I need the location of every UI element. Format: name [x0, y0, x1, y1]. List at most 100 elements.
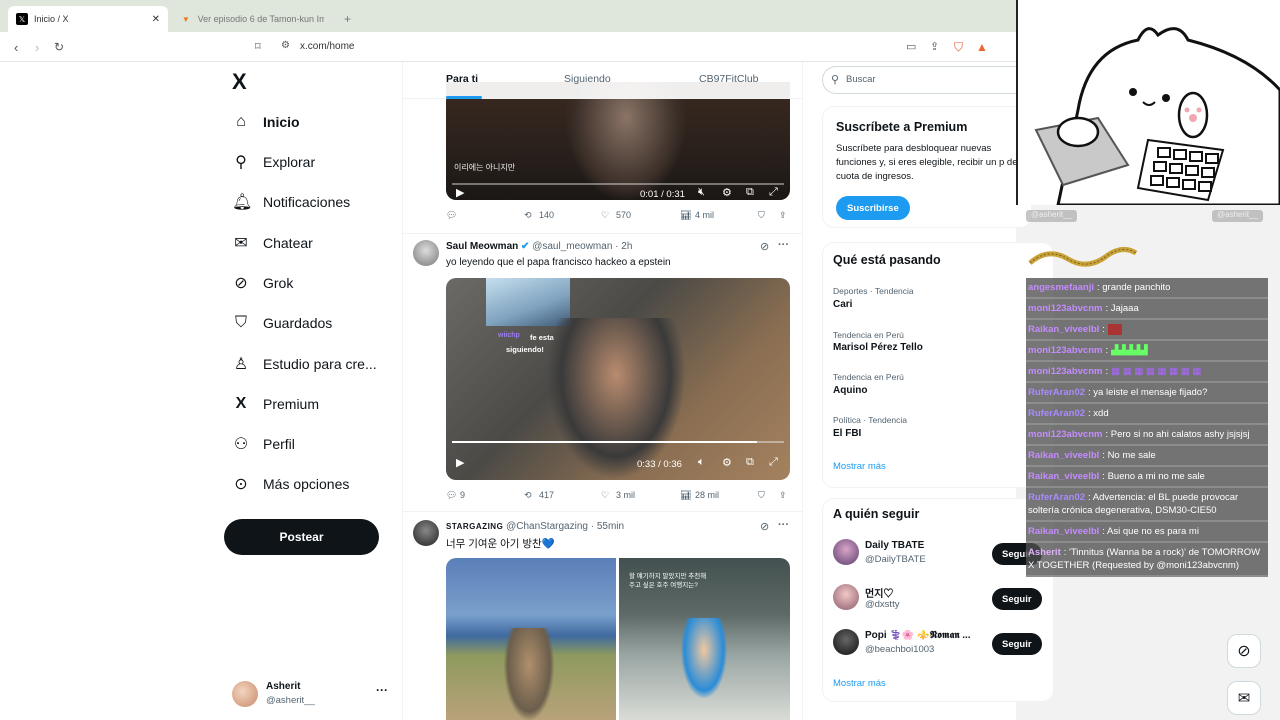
post-author[interactable]: STARGAZING @ChanStargazing · 55min — [446, 521, 624, 532]
post-author[interactable]: Saul Meowman ✔ @saul_meowman · 2h — [446, 241, 632, 252]
video-progress[interactable] — [452, 441, 784, 443]
avatar[interactable] — [413, 520, 439, 546]
fullscreen-icon[interactable]: ⤢ — [769, 456, 778, 469]
tab-inicio[interactable]: 𝕏 Inicio / X ✕ — [8, 6, 168, 32]
sidebar-item-mas-opciones[interactable]: ⊙ Más opciones — [232, 468, 349, 500]
video-player[interactable]: wiichp fe esta siguiendo! ▶ 0:33 / 0:36 … — [446, 278, 790, 480]
emote-icon: ▦ ▦ ▦ ▦ ▦ ▦ ▦ ▦ — [1111, 366, 1202, 377]
settings-icon[interactable]: ⚙ — [722, 456, 732, 469]
sidebar-item-explorar[interactable]: ⚲ Explorar — [232, 146, 315, 178]
sidebar-item-guardados[interactable]: ⛉ Guardados — [232, 307, 332, 339]
x-logo[interactable]: X — [232, 69, 247, 95]
sidebar-item-label: Guardados — [263, 315, 333, 331]
play-icon[interactable]: ▶ — [456, 456, 464, 469]
repost-icon[interactable]: ⟲ — [524, 490, 532, 501]
sidebar-item-notificaciones[interactable]: 🔔︎ Notificaciones — [232, 186, 350, 218]
studio-icon: ♙ — [233, 356, 249, 373]
views-icon[interactable]: 📊︎ — [680, 490, 691, 501]
reply-icon[interactable]: 💬︎ — [446, 210, 457, 221]
more-icon[interactable]: ··· — [376, 683, 388, 697]
sidebar-item-estudio[interactable]: ♙ Estudio para cre... — [232, 348, 377, 380]
like-icon[interactable]: ♡ — [601, 210, 609, 221]
follow-name[interactable]: Daily TBATE — [865, 540, 924, 551]
tab-para-ti[interactable]: Para ti — [446, 73, 478, 85]
sidebar-item-premium[interactable]: X Premium — [232, 388, 319, 420]
trend-item[interactable]: Aquino — [833, 385, 867, 396]
grok-icon[interactable]: ⊘ — [760, 240, 769, 253]
post-divider — [403, 511, 802, 512]
home-icon: ⌂ — [236, 113, 246, 130]
play-icon[interactable]: ▶ — [456, 186, 464, 199]
trend-item[interactable]: Cari — [833, 299, 852, 310]
author-handle: @ChanStargazing — [506, 521, 588, 532]
more-icon[interactable]: ··· — [778, 519, 789, 531]
tab-cb97fitclub[interactable]: CB97FitClub — [699, 73, 759, 85]
brave-shield-icon[interactable]: ⛉ — [954, 40, 963, 55]
mute-icon[interactable]: 🔇︎ — [698, 186, 705, 199]
stream-chat: angesmefaanji: grande panchito moni123ab… — [1026, 278, 1268, 577]
follow-button[interactable]: Seguir — [992, 633, 1042, 655]
follow-name[interactable]: Popi ⚕️🌸 ⚜️𝕹𝖔𝖒𝖆𝖓 ... — [865, 630, 983, 641]
reply-icon[interactable]: 💬︎ — [446, 490, 457, 501]
trend-meta: Deportes · Tendencia — [833, 286, 914, 296]
new-tab-button[interactable]: + — [336, 6, 359, 32]
sidebar-item-inicio[interactable]: ⌂ Inicio — [232, 106, 300, 138]
pip-icon[interactable]: ⧉ — [746, 186, 754, 199]
views-icon[interactable]: 📊︎ — [680, 210, 691, 221]
settings-icon[interactable]: ⚙ — [722, 186, 732, 199]
back-icon[interactable]: ‹ — [14, 40, 18, 55]
trend-item[interactable]: El FBI — [833, 428, 861, 439]
video-player[interactable]: 이리에는 아니지만 ▶ 0:01 / 0:31 🔇︎ ⚙ ⧉ ⤢ — [446, 82, 790, 200]
avatar[interactable] — [413, 240, 439, 266]
grok-icon[interactable]: ⊘ — [760, 520, 769, 533]
tab-siguiendo[interactable]: Siguiendo — [564, 73, 611, 85]
like-icon[interactable]: ♡ — [601, 490, 609, 501]
reload-icon[interactable]: ↻ — [54, 40, 64, 54]
dragon-icon — [1028, 247, 1138, 267]
avatar[interactable] — [833, 584, 859, 610]
tab-episodio[interactable]: ▼ Ver episodio 6 de Tamon-kun Ima Do — [172, 6, 332, 32]
url-field[interactable]: x.com/home — [300, 41, 354, 52]
share-icon[interactable]: ⇪ — [779, 210, 787, 221]
account-switcher[interactable]: Asherit @asherit__ ··· — [232, 679, 392, 711]
premium-body: Suscríbete para desbloquear nuevas funci… — [836, 143, 1018, 182]
repost-icon[interactable]: ⟲ — [524, 210, 532, 221]
bookmark-icon[interactable]: ⛉ — [758, 490, 765, 501]
site-settings-icon[interactable]: ⚙ — [281, 40, 290, 51]
share-icon[interactable]: ⇪ — [779, 490, 787, 501]
active-tab-indicator — [446, 96, 482, 99]
more-icon[interactable]: ··· — [778, 239, 789, 251]
post-image-right[interactable]: 할 얘기하지 말았지만 추천해 주고 싶은 호주 여행지는? — [619, 558, 790, 720]
grok-float-button[interactable]: ⊘ — [1227, 634, 1261, 668]
avatar[interactable] — [833, 629, 859, 655]
sidebar-item-perfil[interactable]: ⚇ Perfil — [232, 428, 295, 460]
show-more-link[interactable]: Mostrar más — [833, 461, 886, 472]
follow-button[interactable]: Seguir — [992, 588, 1042, 610]
subscribe-button[interactable]: Suscribirse — [836, 196, 910, 220]
avatar[interactable] — [833, 539, 859, 565]
bookmark-icon[interactable]: ⛉ — [758, 210, 765, 221]
post-image-left[interactable] — [446, 558, 616, 720]
cast-icon[interactable]: ▭ — [906, 40, 916, 53]
search-box[interactable]: ⚲ Buscar — [822, 66, 1016, 94]
post-button[interactable]: Postear — [224, 519, 379, 555]
video-progress[interactable] — [452, 183, 784, 185]
volume-icon[interactable]: 🔈︎ — [698, 456, 705, 469]
messages-float-button[interactable]: ✉ — [1227, 681, 1261, 715]
sidebar-item-grok[interactable]: ⊘ Grok — [232, 267, 293, 299]
trend-item[interactable]: Marisol Pérez Tello — [833, 342, 923, 353]
chat-text: : grande panchito — [1097, 282, 1171, 293]
close-tab-icon[interactable]: ✕ — [152, 14, 160, 25]
chat-message: RuferAran02: ya leiste el mensaje fijado… — [1026, 383, 1268, 404]
sidebar-item-chatear[interactable]: ✉ Chatear — [232, 227, 313, 259]
follow-name[interactable]: 먼지♡ — [865, 585, 893, 600]
chat-text: : No me sale — [1102, 450, 1156, 461]
brave-rewards-icon[interactable]: ▲ — [976, 40, 988, 54]
sidebar-item-label: Inicio — [263, 114, 300, 130]
show-more-link[interactable]: Mostrar más — [833, 678, 886, 689]
bookmark-page-icon[interactable]: ⌑ — [255, 40, 261, 53]
fullscreen-icon[interactable]: ⤢ — [769, 186, 778, 199]
share-icon[interactable]: ⇪ — [930, 40, 939, 53]
forward-icon[interactable]: › — [35, 40, 39, 55]
pip-icon[interactable]: ⧉ — [746, 456, 754, 469]
